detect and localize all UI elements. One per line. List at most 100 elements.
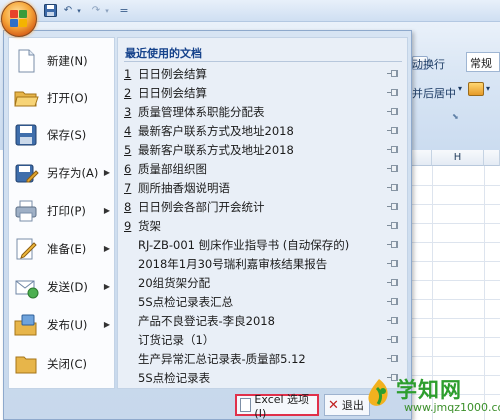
grid-line (406, 242, 500, 243)
grid-line (406, 337, 500, 338)
office-button[interactable] (1, 1, 37, 37)
pin-icon[interactable] (387, 88, 399, 97)
new-document-icon (13, 48, 39, 74)
recent-document-item[interactable]: 3 质量管理体系职能分配表 (118, 102, 407, 121)
alignment-dialog-launcher-icon[interactable]: ⬊ (452, 112, 459, 121)
menu-command-printer[interactable]: 打印(P) ▶ (9, 192, 114, 229)
recent-document-item[interactable]: 4 最新客户联系方式及地址2018 (118, 121, 407, 140)
menu-command-label: 发布(U) (47, 317, 88, 332)
quick-access-toolbar: ↶ ▾ ↷ ▾ = (0, 0, 500, 22)
recent-document-item[interactable]: RJ-ZB-001 刨床作业指导书 (自动保存的) (118, 235, 407, 254)
recent-document-name: 生产异常汇总记录表-质量部5.12 (138, 351, 306, 366)
recent-document-name: 5S点检记录表 (138, 370, 211, 385)
recent-document-item[interactable]: 生产异常汇总记录表-质量部5.12 (118, 349, 407, 368)
pin-icon[interactable] (387, 164, 399, 173)
recent-document-name: 厕所抽香烟说明语 (138, 180, 230, 195)
currency-dropdown-icon[interactable]: ▾ (486, 84, 490, 93)
menu-command-send-mail[interactable]: 发送(D) ▶ (9, 268, 114, 305)
recent-document-item[interactable]: 2018年1月30号瑞利嘉审核结果报告 (118, 254, 407, 273)
wrap-text-button[interactable]: 动换行 (412, 56, 445, 72)
office-menu: 新建(N) 打开(O) 保存(S) 另存为(A) ▶ 打印(P) ▶ 准备(E) ▶ 发送(D) ▶… (3, 30, 412, 420)
menu-command-label: 发送(D) (47, 279, 88, 294)
currency-format-icon[interactable] (468, 82, 484, 96)
office-logo-icon (10, 10, 28, 28)
recent-document-number: 4 (124, 123, 132, 138)
undo-dropdown-icon[interactable]: ▾ (74, 3, 84, 18)
watermark-text: 学知网 (396, 378, 462, 402)
save-disk-icon (13, 122, 39, 148)
recent-document-name: 最新客户联系方式及地址2018 (138, 123, 294, 138)
menu-command-label: 另存为(A) (47, 165, 99, 180)
office-menu-footer: Excel 选项(I) ✕ 退出 (4, 391, 411, 420)
recent-document-item[interactable]: 1 日日例会结算 (118, 64, 407, 83)
pin-icon[interactable] (387, 259, 399, 268)
recent-document-number: 5 (124, 142, 132, 157)
header-divider (124, 61, 402, 62)
redo-dropdown-icon[interactable]: ▾ (102, 3, 112, 18)
recent-document-item[interactable]: 9 货架 (118, 216, 407, 235)
menu-command-label: 准备(E) (47, 241, 87, 256)
menu-command-label: 保存(S) (47, 127, 87, 142)
grid-line (406, 299, 500, 300)
grid-line (406, 185, 500, 186)
send-mail-icon (13, 274, 39, 300)
column-header-i[interactable] (484, 150, 500, 166)
pin-icon[interactable] (387, 240, 399, 249)
exit-label: 退出 (341, 399, 364, 412)
recent-document-item[interactable]: 订货记录（1） (118, 330, 407, 349)
recent-document-item[interactable]: 2 日日例会结算 (118, 83, 407, 102)
recent-document-name: 订货记录（1） (138, 332, 215, 347)
pin-icon[interactable] (387, 145, 399, 154)
watermark-logo-icon (368, 379, 388, 406)
pin-icon[interactable] (387, 297, 399, 306)
excel-options-button[interactable]: Excel 选项(I) (235, 393, 319, 420)
recent-document-item[interactable]: 20组货架分配 (118, 273, 407, 292)
menu-command-save-disk[interactable]: 保存(S) (9, 116, 114, 153)
submenu-arrow-icon: ▶ (103, 320, 110, 329)
save-as-icon (13, 160, 39, 186)
recent-documents-header: 最近使用的文档 (125, 47, 202, 60)
recent-document-item[interactable]: 5S点检记录表汇总 (118, 292, 407, 311)
menu-command-label: 打开(O) (47, 90, 89, 105)
submenu-arrow-icon: ▶ (103, 244, 110, 253)
pin-icon[interactable] (387, 354, 399, 363)
save-icon[interactable] (42, 3, 58, 18)
recent-document-name: 质量部组织图 (138, 161, 207, 176)
pin-icon[interactable] (387, 69, 399, 78)
recent-document-item[interactable]: 5 最新客户联系方式及地址2018 (118, 140, 407, 159)
customize-qat-button[interactable]: = (116, 3, 132, 18)
merge-dropdown-icon[interactable]: ▾ (458, 84, 462, 93)
recent-document-item[interactable]: 8 日日例会各部门开会统计 (118, 197, 407, 216)
menu-command-save-as[interactable]: 另存为(A) ▶ (9, 154, 114, 191)
recent-document-item[interactable]: 产品不良登记表-李良2018 (118, 311, 407, 330)
watermark: 学知网 www.jmqz1000.com (362, 372, 500, 418)
grid-line (406, 280, 500, 281)
pin-icon[interactable] (387, 278, 399, 287)
menu-command-close-folder[interactable]: 关闭(C) (9, 345, 114, 382)
menu-command-publish[interactable]: 发布(U) ▶ (9, 306, 114, 343)
merge-center-button[interactable]: 并后居中 (412, 85, 456, 101)
recent-document-name: 5S点检记录表汇总 (138, 294, 234, 309)
recent-document-number: 3 (124, 104, 132, 119)
pin-icon[interactable] (387, 316, 399, 325)
column-header-h[interactable]: H (432, 150, 484, 166)
pin-icon[interactable] (387, 183, 399, 192)
recent-document-name: RJ-ZB-001 刨床作业指导书 (自动保存的) (138, 237, 350, 252)
menu-command-open-folder[interactable]: 打开(O) (9, 79, 114, 116)
grid-line (406, 356, 500, 357)
recent-document-name: 日日例会各部门开会统计 (138, 199, 265, 214)
printer-icon (13, 198, 39, 224)
menu-command-prepare[interactable]: 准备(E) ▶ (9, 230, 114, 267)
pin-icon[interactable] (387, 107, 399, 116)
pin-icon[interactable] (387, 221, 399, 230)
pin-icon[interactable] (387, 335, 399, 344)
recent-document-name: 产品不良登记表-李良2018 (138, 313, 275, 328)
recent-document-name: 质量管理体系职能分配表 (138, 104, 265, 119)
recent-document-item[interactable]: 6 质量部组织图 (118, 159, 407, 178)
menu-command-new-document[interactable]: 新建(N) (9, 42, 114, 79)
pin-icon[interactable] (387, 126, 399, 135)
pin-icon[interactable] (387, 202, 399, 211)
grid-line (406, 223, 500, 224)
recent-document-item[interactable]: 7 厕所抽香烟说明语 (118, 178, 407, 197)
number-format-select[interactable]: 常规 (466, 52, 500, 72)
